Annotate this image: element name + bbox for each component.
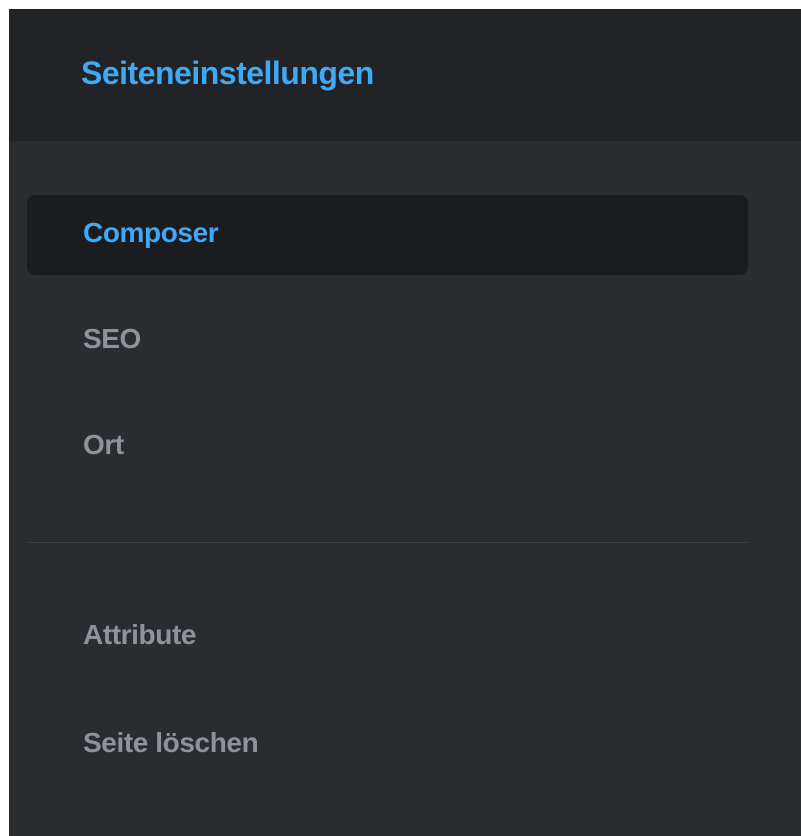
page-settings-panel: Seiteneinstellungen Composer SEO Ort Att… [9, 9, 801, 836]
panel-header: Seiteneinstellungen [9, 9, 801, 141]
menu-item-location[interactable]: Ort [27, 407, 748, 487]
menu-item-label: Composer [83, 217, 219, 248]
menu-item-label: Seite löschen [83, 727, 259, 758]
menu-item-delete-page[interactable]: Seite löschen [27, 705, 748, 785]
menu-item-label: SEO [83, 323, 141, 354]
menu-item-composer[interactable]: Composer [27, 195, 748, 275]
panel-title: Seiteneinstellungen [81, 55, 374, 91]
menu-divider [27, 542, 748, 543]
menu-item-label: Ort [83, 429, 124, 460]
menu-item-label: Attribute [83, 619, 197, 650]
menu-item-attributes[interactable]: Attribute [27, 597, 748, 677]
menu-item-seo[interactable]: SEO [27, 301, 748, 381]
